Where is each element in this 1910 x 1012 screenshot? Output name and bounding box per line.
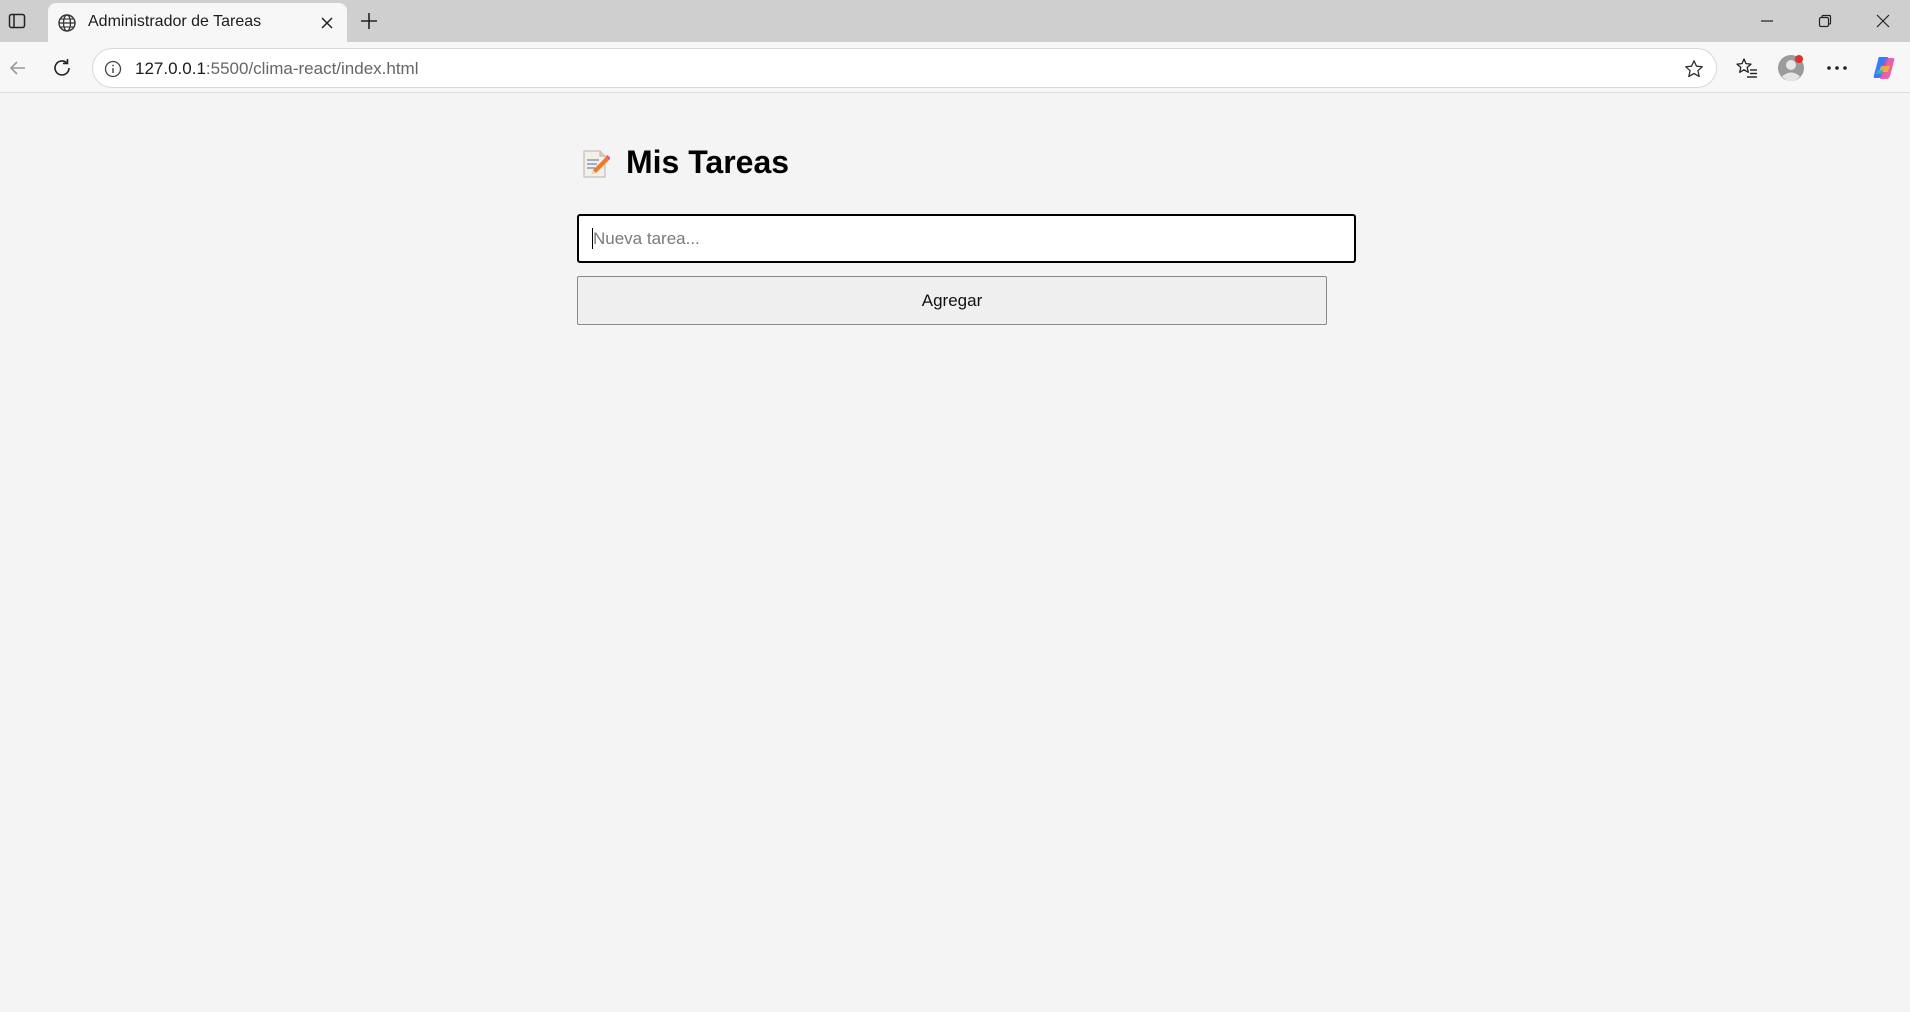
add-task-button[interactable]: Agregar	[577, 276, 1327, 325]
favorites-button[interactable]	[1732, 53, 1762, 83]
text-caret	[592, 228, 593, 249]
close-tab-icon[interactable]	[317, 13, 337, 33]
url-host: 127.0.0.1	[135, 59, 206, 78]
close-window-button[interactable]	[1856, 0, 1910, 42]
restore-icon	[1818, 14, 1832, 28]
plus-icon	[361, 13, 377, 29]
more-menu-button[interactable]	[1822, 53, 1852, 83]
tab-actions-button[interactable]	[0, 0, 34, 42]
new-task-input[interactable]	[577, 214, 1356, 263]
tab-actions-icon	[8, 13, 26, 29]
minimize-icon	[1761, 20, 1773, 22]
restore-button[interactable]	[1798, 0, 1852, 42]
profile-button[interactable]	[1776, 53, 1806, 83]
reload-button[interactable]	[47, 53, 77, 83]
memo-icon	[582, 146, 612, 180]
tab-title: Administrador de Tareas	[88, 13, 262, 30]
favorite-star-icon[interactable]	[1682, 57, 1706, 81]
tab-active[interactable]: Administrador de Tareas	[48, 3, 347, 42]
notification-dot	[1795, 55, 1803, 63]
reload-icon	[54, 59, 70, 76]
globe-icon	[56, 12, 78, 34]
browser-toolbar: 127.0.0.1:5500/clima-react/index.html	[0, 42, 1910, 93]
copilot-icon	[1873, 57, 1895, 79]
more-dots-icon	[1827, 66, 1847, 70]
page-title: Mis Tareas	[582, 144, 789, 181]
url-path: :5500/clima-react/index.html	[205, 59, 419, 78]
page-heading: Mis Tareas	[626, 144, 790, 180]
minimize-button[interactable]	[1740, 0, 1794, 42]
url-text[interactable]: 127.0.0.1:5500/clima-react/index.html	[135, 59, 419, 79]
site-info-icon[interactable]	[102, 58, 124, 80]
tab-strip: Administrador de Tareas	[0, 0, 1910, 42]
back-button[interactable]	[3, 53, 33, 83]
close-icon	[1876, 14, 1890, 28]
copilot-button[interactable]	[1869, 53, 1899, 83]
arrow-left-icon	[9, 61, 25, 75]
favorites-list-icon	[1736, 58, 1757, 78]
address-bar[interactable]: 127.0.0.1:5500/clima-react/index.html	[92, 48, 1717, 88]
new-tab-button[interactable]	[356, 8, 382, 34]
